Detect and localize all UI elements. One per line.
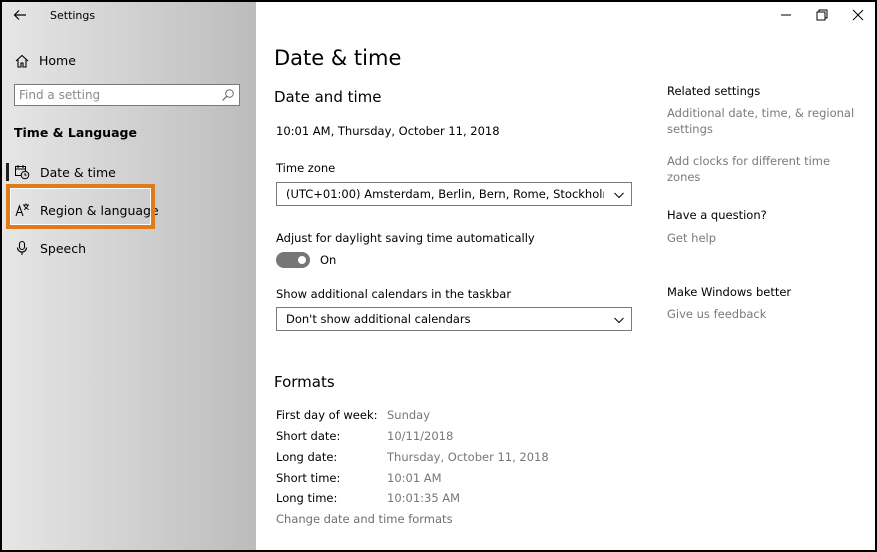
- current-datetime: 10:01 AM, Thursday, October 11, 2018: [276, 124, 500, 138]
- format-row: Short date: 10/11/2018: [276, 429, 636, 445]
- sidebar-item-speech[interactable]: Speech: [6, 233, 246, 263]
- dst-toggle-state: On: [320, 253, 337, 267]
- app-title: Settings: [50, 9, 96, 22]
- microphone-icon: [16, 240, 28, 255]
- section-title: Date and time: [274, 88, 382, 106]
- chevron-down-icon: [614, 317, 624, 324]
- format-key: First day of week:: [276, 408, 378, 422]
- format-row: First day of week: Sunday: [276, 408, 636, 424]
- minimize-icon[interactable]: [777, 6, 795, 24]
- format-key: Long time:: [276, 491, 338, 505]
- chevron-down-icon: [614, 192, 624, 199]
- format-value: 10:01 AM: [387, 471, 442, 485]
- regional-settings-link[interactable]: Additional date, time, & regional settin…: [667, 105, 867, 137]
- restore-icon[interactable]: [813, 6, 831, 24]
- search-box: [14, 84, 240, 106]
- sidebar-item-date-time[interactable]: Date & time: [6, 157, 246, 187]
- related-settings-title: Related settings: [667, 84, 761, 98]
- search-icon[interactable]: [221, 88, 235, 102]
- format-row: Long date: Thursday, October 11, 2018: [276, 450, 636, 466]
- format-key: Long date:: [276, 450, 338, 464]
- get-help-link[interactable]: Get help: [667, 230, 867, 246]
- format-value: Sunday: [387, 408, 431, 422]
- page-title: Date & time: [274, 46, 402, 70]
- home-icon: [15, 54, 29, 68]
- title-bar: Settings: [2, 2, 256, 28]
- highlight-box: [6, 184, 155, 229]
- question-title: Have a question?: [667, 208, 767, 222]
- home-button[interactable]: Home: [14, 50, 244, 72]
- section-title: Time & Language: [14, 125, 137, 140]
- add-clocks-link[interactable]: Add clocks for different time zones: [667, 153, 867, 185]
- toggle-knob: [298, 256, 306, 264]
- format-row: Long time: 10:01:35 AM: [276, 491, 636, 507]
- change-formats-link[interactable]: Change date and time formats: [276, 512, 453, 526]
- dst-toggle[interactable]: [276, 252, 310, 268]
- format-row: Short time: 10:01 AM: [276, 471, 636, 487]
- make-better-title: Make Windows better: [667, 285, 792, 299]
- format-key: Short date:: [276, 429, 341, 443]
- format-value: 10:01:35 AM: [387, 491, 461, 505]
- sidebar-item-label: Date & time: [40, 165, 116, 180]
- format-key: Short time:: [276, 471, 341, 485]
- date-time-icon: [15, 165, 30, 180]
- sidebar: Settings Home Time & Language Date & t: [2, 2, 256, 550]
- sidebar-item-label: Speech: [40, 241, 87, 256]
- format-value: 10/11/2018: [387, 429, 454, 443]
- settings-window: Settings Home Time & Language Date & t: [2, 2, 875, 550]
- time-zone-label: Time zone: [276, 161, 336, 175]
- formats-title: Formats: [274, 373, 335, 391]
- format-value: Thursday, October 11, 2018: [387, 450, 549, 464]
- calendars-value: Don't show additional calendars: [286, 312, 471, 326]
- close-icon[interactable]: [849, 6, 867, 24]
- search-input[interactable]: [19, 87, 215, 103]
- calendars-dropdown[interactable]: Don't show additional calendars: [276, 307, 632, 331]
- time-zone-dropdown[interactable]: (UTC+01:00) Amsterdam, Berlin, Bern, Rom…: [276, 182, 632, 206]
- home-label: Home: [39, 53, 76, 68]
- dst-label: Adjust for daylight saving time automati…: [276, 231, 535, 245]
- feedback-link[interactable]: Give us feedback: [667, 306, 867, 322]
- calendars-label: Show additional calendars in the taskbar: [276, 287, 512, 301]
- back-arrow-icon[interactable]: [12, 7, 28, 23]
- main-pane: Date & time Date and time 10:01 AM, Thur…: [256, 2, 875, 550]
- time-zone-value: (UTC+01:00) Amsterdam, Berlin, Bern, Rom…: [286, 187, 604, 201]
